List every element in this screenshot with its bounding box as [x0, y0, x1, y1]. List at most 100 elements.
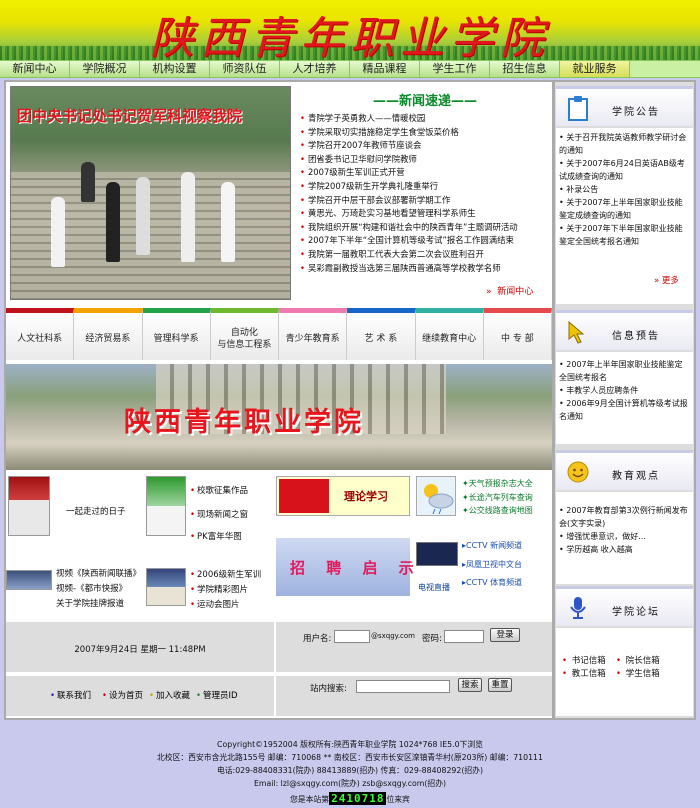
announce-panel-header: 学院公告 [556, 86, 693, 126]
video-link[interactable]: 视频-《都市快报》 [56, 582, 127, 594]
video-link[interactable]: 视频《陕西新闻联播》 [56, 567, 141, 579]
campus-photo: 陕西青年职业学院 [6, 364, 552, 470]
photo-person [106, 182, 120, 262]
department-tab[interactable]: 管理科学系 [142, 308, 211, 360]
department-tab[interactable]: 人文社科系 [6, 308, 75, 360]
announce-item[interactable]: • 关于召开我院英语教师教学研讨会的通知 [559, 131, 690, 157]
username-input[interactable] [334, 630, 370, 643]
search-input[interactable] [356, 680, 450, 693]
forum-link[interactable]: • 学生信箱 [616, 667, 660, 679]
info-item[interactable]: • 2007年上半年国家职业技能鉴定全国统考报名 [559, 358, 690, 384]
bullet-icon: • [562, 656, 568, 666]
news-item[interactable]: • 吴彩霞副教授当选第三届陕西普通高等学校教学名师 [300, 262, 550, 276]
forum-link[interactable]: • 院长信箱 [616, 654, 660, 666]
bullet-icon: • [196, 691, 202, 701]
utility-link[interactable]: ✦长途汽车列车查询 [462, 492, 552, 506]
nav-item-overview[interactable]: 学院概况 [70, 61, 140, 77]
headline-caption: 团中央书记处书记贺军科视察我院 [17, 107, 243, 125]
bullet-icon: • [300, 167, 305, 178]
info-item[interactable]: • 丰教学人员应聘条件 [559, 384, 690, 397]
news-more-link[interactable]: » 新闻中心 [486, 284, 533, 297]
department-tab[interactable]: 经济贸易系 [74, 308, 143, 360]
video-link[interactable]: 关于学院挂牌报道 [56, 597, 124, 609]
views-item[interactable]: • 增强忧患意识，做好... [559, 530, 690, 543]
news-item[interactable]: • 我院组织开展“构建和谐社会中的陕西青年”主题调研活动 [300, 221, 550, 235]
recruit-label: 招 聘 启 示 [290, 559, 422, 577]
news2-link[interactable]: • 2006级新生军训 [190, 568, 261, 580]
works-thumbnail[interactable] [146, 476, 186, 536]
visitor-counter: 2410718 [329, 792, 387, 805]
news-item[interactable]: • 青院学子英勇救人——情暖校园 [300, 112, 550, 126]
nav-item-training[interactable]: 人才培养 [280, 61, 350, 77]
nav-item-students[interactable]: 学生工作 [420, 61, 490, 77]
weather-icon[interactable] [416, 476, 456, 516]
views-item[interactable]: • 2007年教育部第3次例行新闻发布会(文字实录) [559, 504, 690, 530]
announce-item[interactable]: • 补录公告 [559, 183, 690, 196]
department-tab[interactable]: 继续教育中心 [415, 308, 484, 360]
views-item[interactable]: • 学历越高 收入越高 [559, 543, 690, 556]
nav-item-departments[interactable]: 机构设置 [140, 61, 210, 77]
tv-channel-link[interactable]: ▸凤凰卫视中文台 [462, 559, 554, 578]
bullet-icon: • [190, 600, 196, 610]
announce-item[interactable]: • 关于2007年下半年国家职业技能鉴定全国统考报名通知 [559, 222, 690, 248]
news-item[interactable]: • 2007级新生军训正式开营 [300, 166, 550, 180]
utility-link[interactable]: ✦公交线路查询地图 [462, 505, 552, 519]
news-item[interactable]: • 团省委书记卫华慰问学院教师 [300, 153, 550, 167]
utility-link[interactable]: ✦天气预报杂志大全 [462, 478, 552, 492]
department-tab[interactable]: 自动化 与信息工程系 [210, 308, 279, 360]
news2-thumbnail[interactable] [146, 568, 186, 606]
announce-item[interactable]: • 关于2007年6月24日英语AB级考试成绩查询的通知 [559, 157, 690, 183]
photo-person [51, 197, 65, 267]
news2-link[interactable]: • 运动会图片 [190, 598, 240, 610]
site-title: 陕西青年职业学院 [150, 13, 550, 60]
department-tab[interactable]: 中 专 部 [483, 308, 552, 360]
bullet-icon: • [300, 126, 305, 137]
reset-button[interactable]: 重置 [488, 678, 512, 692]
tv-channel-link[interactable]: ▸CCTV 体育频道 [462, 577, 554, 596]
news-item[interactable]: • 学院召开2007年教师节座谈会 [300, 139, 550, 153]
info-item[interactable]: • 2006年9月全国计算机等级考试报名通知 [559, 397, 690, 423]
admin-link[interactable]: • 管理员ID [196, 689, 238, 701]
headline-photo[interactable]: 团中央书记处书记贺军科视察我院 [10, 86, 291, 300]
news-item[interactable]: • 学院2007级新生开学典礼隆重举行 [300, 180, 550, 194]
news2-link[interactable]: • 学院精彩图片 [190, 583, 248, 595]
works-link[interactable]: • 现场新闻之窗 [190, 508, 248, 520]
works-link[interactable]: • 校歌征集作品 [190, 484, 248, 496]
star-icon: ✦ [462, 492, 469, 502]
nav-item-admissions[interactable]: 招生信息 [490, 61, 560, 77]
news-item[interactable]: • 黄思光、万琦赴实习基地看望管理科学系师生 [300, 207, 550, 221]
tv-label[interactable]: 电视直播 [418, 582, 450, 593]
tv-thumbnail[interactable] [416, 542, 458, 566]
days-link[interactable]: 一起走过的日子 [66, 505, 126, 517]
news-item[interactable]: • 学院采取切实措施稳定学生食堂饭菜价格 [300, 126, 550, 140]
set-homepage-link[interactable]: • 设为首页 [102, 689, 143, 701]
nav-item-employment[interactable]: 就业服务 [560, 61, 630, 77]
tv-channel-link[interactable]: ▸CCTV 新闻频道 [462, 540, 554, 559]
bullet-icon: • [562, 669, 568, 679]
nav-item-faculty[interactable]: 师资队伍 [210, 61, 280, 77]
password-input[interactable] [444, 630, 484, 643]
forum-link[interactable]: • 教工信箱 [562, 667, 606, 679]
department-tab[interactable]: 青少年教育系 [279, 308, 348, 360]
star-icon: ✦ [462, 506, 469, 515]
visitor-line: 您是本站第 2410718 位来宾 [290, 792, 410, 805]
forum-link[interactable]: • 书记信箱 [562, 654, 606, 666]
login-button[interactable]: 登录 [490, 628, 520, 642]
department-tab[interactable]: 艺 术 系 [347, 308, 416, 360]
add-favorite-link[interactable]: • 加入收藏 [149, 689, 190, 701]
announce-more-link[interactable]: » 更多 [654, 274, 679, 286]
star-icon: ✦ [462, 479, 469, 488]
nav-item-news[interactable]: 新闻中心 [0, 61, 70, 77]
news-item[interactable]: • 学院召开中层干部会议部署新学期工作 [300, 194, 550, 208]
video-thumbnail[interactable] [6, 570, 52, 590]
search-button[interactable]: 搜索 [458, 678, 482, 692]
news-item[interactable]: • 2007年下半年“全国计算机等级考试”报名工作圆满结束 [300, 234, 550, 248]
news-item[interactable]: • 我院第一届教职工代表大会第二次会议胜利召开 [300, 248, 550, 262]
nav-item-courses[interactable]: 精品课程 [350, 61, 420, 77]
main-nav: 新闻中心 学院概况 机构设置 师资队伍 人才培养 精品课程 学生工作 招生信息 … [0, 60, 700, 78]
days-thumbnail[interactable] [8, 476, 50, 536]
works-link[interactable]: • PK富年华图 [190, 530, 242, 542]
announce-item[interactable]: • 关于2007年上半年国家职业技能鉴定成绩查询的通知 [559, 196, 690, 222]
contact-us-link[interactable]: • 联系我们 [50, 689, 91, 701]
bullet-icon: • [300, 140, 305, 151]
